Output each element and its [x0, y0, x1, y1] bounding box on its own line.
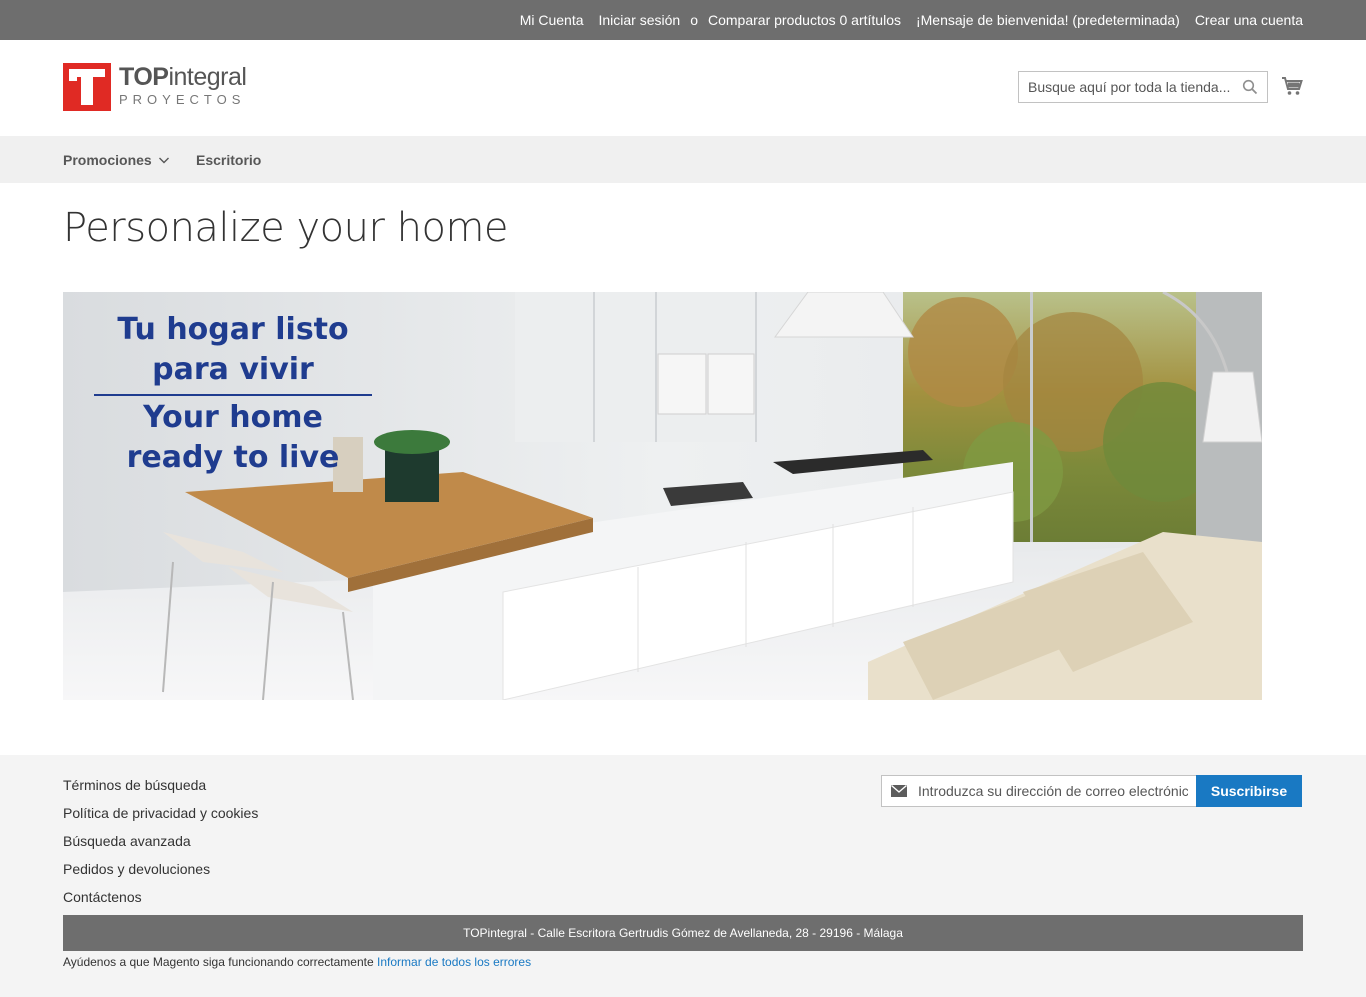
- search-box: [1018, 71, 1268, 103]
- newsletter-field: [881, 775, 1197, 807]
- bug-report-text: Ayúdenos a que Magento siga funcionando …: [63, 955, 374, 969]
- compare-products-link[interactable]: Comparar productos 0 artítulos: [708, 12, 901, 28]
- footer-link-orders-returns[interactable]: Pedidos y devoluciones: [63, 859, 258, 887]
- footer-link-search-terms[interactable]: Términos de búsqueda: [63, 775, 258, 803]
- footer-link-advanced-search[interactable]: Búsqueda avanzada: [63, 831, 258, 859]
- logo-text-rest: integral: [168, 63, 247, 91]
- footer-links: Términos de búsqueda Política de privaci…: [63, 775, 258, 915]
- top-bar: Mi Cuenta Iniciar sesión o Comparar prod…: [0, 0, 1366, 40]
- logo[interactable]: TOPintegral PROYECTOS: [63, 63, 253, 111]
- banner-line-4: ready to live: [126, 440, 340, 475]
- nav-item-promociones[interactable]: Promociones: [63, 136, 170, 183]
- banner-divider: [94, 394, 372, 396]
- create-account-link[interactable]: Crear una cuenta: [1195, 12, 1303, 28]
- search-icon[interactable]: [1242, 79, 1258, 95]
- page-title: Personalize your home: [63, 205, 509, 251]
- footer-link-privacy[interactable]: Política de privacidad y cookies: [63, 803, 258, 831]
- banner-line-3: Your home: [143, 400, 323, 435]
- nav-item-escritorio[interactable]: Escritorio: [196, 136, 261, 183]
- logo-text: TOPintegral PROYECTOS: [119, 63, 247, 107]
- footer: Términos de búsqueda Política de privaci…: [0, 755, 1366, 997]
- chevron-down-icon: [158, 157, 169, 163]
- welcome-message: ¡Mensaje de bienvenida! (predeterminada): [915, 12, 1180, 28]
- bug-report-link[interactable]: Informar de todos los errores: [377, 955, 531, 969]
- or-separator: o: [690, 12, 698, 28]
- header: TOPintegral PROYECTOS: [0, 40, 1366, 136]
- cart-icon[interactable]: [1281, 75, 1303, 97]
- home-banner[interactable]: Tu hogar listo para vivir Your home read…: [63, 292, 1262, 700]
- nav-item-label: Promociones: [63, 151, 152, 168]
- logo-mark: [63, 63, 111, 111]
- banner-headline: Tu hogar listo para vivir Your home read…: [83, 310, 383, 478]
- banner-line-1: Tu hogar listo: [117, 312, 349, 347]
- search-input[interactable]: [1019, 72, 1234, 102]
- bug-report: Ayúdenos a que Magento siga funcionando …: [63, 955, 531, 969]
- nav-item-label: Escritorio: [196, 151, 262, 168]
- subscribe-button[interactable]: Suscribirse: [1196, 775, 1302, 807]
- logo-subtitle: PROYECTOS: [119, 92, 246, 107]
- my-account-link[interactable]: Mi Cuenta: [520, 12, 584, 28]
- top-links: Mi Cuenta Iniciar sesión o Comparar prod…: [520, 0, 1303, 40]
- footer-link-contact[interactable]: Contáctenos: [63, 887, 258, 915]
- newsletter-email-input[interactable]: [918, 776, 1188, 806]
- logo-text-bold: TOP: [119, 63, 169, 91]
- envelope-icon: [891, 785, 907, 797]
- store-address: TOPintegral - Calle Escritora Gertrudis …: [63, 915, 1303, 951]
- banner-line-2: para vivir: [152, 352, 314, 387]
- sign-in-link[interactable]: Iniciar sesión: [599, 12, 681, 28]
- main-navigation: Promociones Escritorio: [0, 136, 1366, 183]
